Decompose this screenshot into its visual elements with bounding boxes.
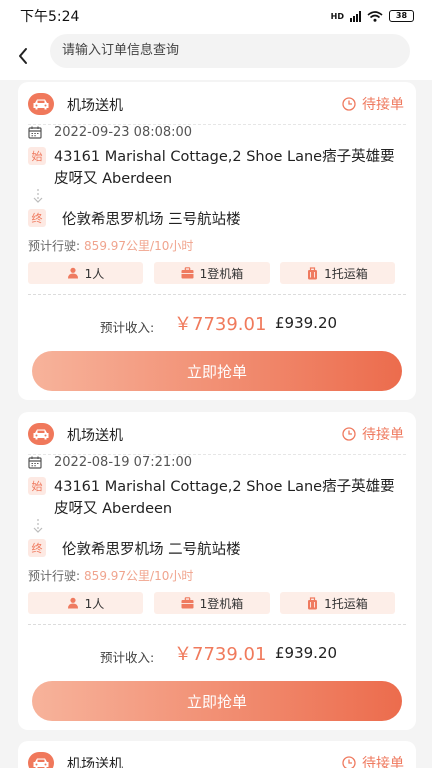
estimate-label: 预计行驶: [28,569,81,583]
service-type: 机场送机 [67,98,123,114]
income-label: 预计收入: [100,320,155,335]
order-card: 机场送机 待接单 2022-09-23 08:08:00 始 43161 Mar… [18,82,416,400]
start-tag: 始 [28,147,46,165]
wifi-icon [367,10,383,22]
person-icon [67,267,78,279]
boarding-luggage-chip: 1登机箱 [154,262,270,284]
status-badge: 待接单 [342,424,404,444]
start-tag: 始 [28,477,46,495]
divider [28,294,406,295]
passenger-chip: 1人 [28,262,143,284]
car-icon [28,752,54,768]
end-address: 伦敦希思罗机场 二号航站楼 [62,542,241,558]
status-label: 待接单 [362,427,404,443]
income-row: 预计收入: ￥7739.01 £939.20 [18,638,416,668]
service-type: 机场送机 [67,757,123,768]
order-card: 机场送机 待接单 2022-08-19 07:21:00 始 43161 Mar… [18,412,416,730]
calendar-icon [28,126,42,139]
grab-order-button[interactable]: 立即抢单 [32,351,402,391]
status-badge: 待接单 [342,753,404,768]
calendar-icon [28,456,42,469]
service-type: 机场送机 [67,428,123,444]
suitcase-icon [181,597,194,609]
order-card: 机场送机 待接单 [18,741,416,768]
chevron-left-icon [19,48,27,64]
network-type-label: HD [330,11,344,21]
income-cny: ￥7739.01 [174,314,267,335]
battery-icon: 38 [389,10,414,22]
checked-luggage-chip: 1托运箱 [280,262,395,284]
status-label: 待接单 [362,97,404,113]
clock-icon [342,97,356,111]
pickup-datetime: 2022-09-23 08:08:00 [28,123,192,141]
clock-icon [342,427,356,441]
start-address: 43161 Marishal Cottage,2 Shoe Lane痞子英雄要皮… [54,149,395,187]
income-gbp: £939.20 [275,314,338,332]
estimate-value: 859.97公里/10小时 [84,569,194,583]
end-tag: 终 [28,539,46,557]
down-arrow-icon [33,519,43,533]
car-icon [28,93,54,115]
status-time: 下午5:24 [20,9,80,25]
end-tag: 终 [28,209,46,227]
order-requirements: 1人 1登机箱 1托运箱 [28,262,396,284]
income-label: 预计收入: [100,650,155,665]
divider [28,624,406,625]
luggage-icon [308,596,318,609]
luggage-icon [308,266,318,279]
status-icons: HD 38 [331,10,414,22]
passenger-count: 1人 [84,266,105,281]
down-arrow-icon [33,189,43,203]
datetime-text: 2022-08-19 07:21:00 [54,454,193,470]
checked-luggage-count: 1托运箱 [324,596,368,611]
trip-estimate: 预计行驶: 859.97公里/10小时 [28,237,193,254]
back-button[interactable] [0,32,46,80]
status-badge: 待接单 [342,94,404,114]
order-requirements: 1人 1登机箱 1托运箱 [28,592,396,614]
income-gbp: £939.20 [275,644,338,662]
income-row: 预计收入: ￥7739.01 £939.20 [18,308,416,338]
end-address: 伦敦希思罗机场 三号航站楼 [62,212,241,228]
passenger-chip: 1人 [28,592,143,614]
boarding-luggage-count: 1登机箱 [199,266,244,281]
clock-icon [342,756,356,768]
suitcase-icon [181,267,194,279]
start-address: 43161 Marishal Cottage,2 Shoe Lane痞子英雄要皮… [54,479,395,517]
passenger-count: 1人 [84,596,105,611]
car-icon [28,423,54,445]
pickup-datetime: 2022-08-19 07:21:00 [28,453,192,471]
header: 请输入订单信息查询 [0,32,432,80]
status-bar: 下午5:24 HD 38 [0,0,432,32]
status-label: 待接单 [362,756,404,768]
signal-icon [350,10,361,22]
grab-order-button[interactable]: 立即抢单 [32,681,402,721]
person-icon [67,597,78,609]
trip-estimate: 预计行驶: 859.97公里/10小时 [28,567,193,584]
estimate-value: 859.97公里/10小时 [84,239,194,253]
search-input[interactable]: 请输入订单信息查询 [50,34,410,68]
boarding-luggage-count: 1登机箱 [199,596,244,611]
boarding-luggage-chip: 1登机箱 [154,592,270,614]
estimate-label: 预计行驶: [28,239,81,253]
datetime-text: 2022-09-23 08:08:00 [54,124,193,140]
income-cny: ￥7739.01 [174,644,267,665]
checked-luggage-chip: 1托运箱 [280,592,395,614]
checked-luggage-count: 1托运箱 [324,266,368,281]
